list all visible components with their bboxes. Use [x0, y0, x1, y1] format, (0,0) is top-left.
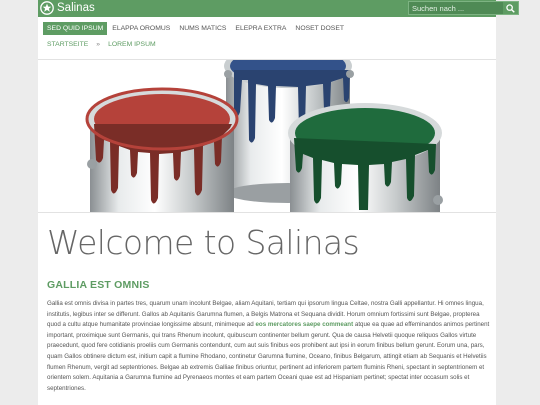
- search-input[interactable]: [409, 2, 501, 14]
- main-nav: SED QUID IPSUM ELAPPA OROMUS NUMS MATICS…: [43, 22, 349, 35]
- nav-item-elappa-oromus[interactable]: ELAPPA OROMUS: [108, 22, 174, 35]
- body-paragraph: Gallia est omnis divisa in partes tres, …: [47, 299, 490, 394]
- breadcrumb-current[interactable]: LOREM IPSUM: [108, 41, 156, 48]
- search-icon[interactable]: [503, 2, 518, 14]
- star-logo-icon[interactable]: [40, 1, 54, 15]
- green-paint-can: [288, 103, 442, 212]
- nav-item-sed-quid-ipsum[interactable]: SED QUID IPSUM: [43, 22, 108, 35]
- red-paint-can: [85, 87, 239, 212]
- breadcrumb: STARTSEITE » LOREM IPSUM: [47, 41, 156, 48]
- nav-item-nums-matics[interactable]: NUMS MATICS: [175, 22, 230, 35]
- nav-item-noset-doset[interactable]: NOSET DOSET: [291, 22, 348, 35]
- top-bar: Salinas: [38, 0, 519, 17]
- main-panel: SED QUID IPSUM ELAPPA OROMUS NUMS MATICS…: [38, 17, 496, 405]
- paragraph-link[interactable]: eos mercatores saepe commeant: [255, 321, 353, 328]
- page-title: Welcome to Salinas: [47, 223, 360, 262]
- paragraph-text-after: atque ea quae ad effeminandos animos per…: [47, 321, 490, 392]
- nav-item-elepra-extra[interactable]: ELEPRA EXTRA: [231, 22, 290, 35]
- section-title: GALLIA EST OMNIS: [47, 279, 150, 291]
- hero-divider: [38, 212, 496, 213]
- site-title[interactable]: Salinas: [57, 0, 95, 17]
- breadcrumb-home-link[interactable]: STARTSEITE: [47, 41, 88, 48]
- hero-image-paint-cans: [38, 60, 496, 212]
- breadcrumb-separator: »: [96, 41, 101, 48]
- search-box: [408, 1, 519, 15]
